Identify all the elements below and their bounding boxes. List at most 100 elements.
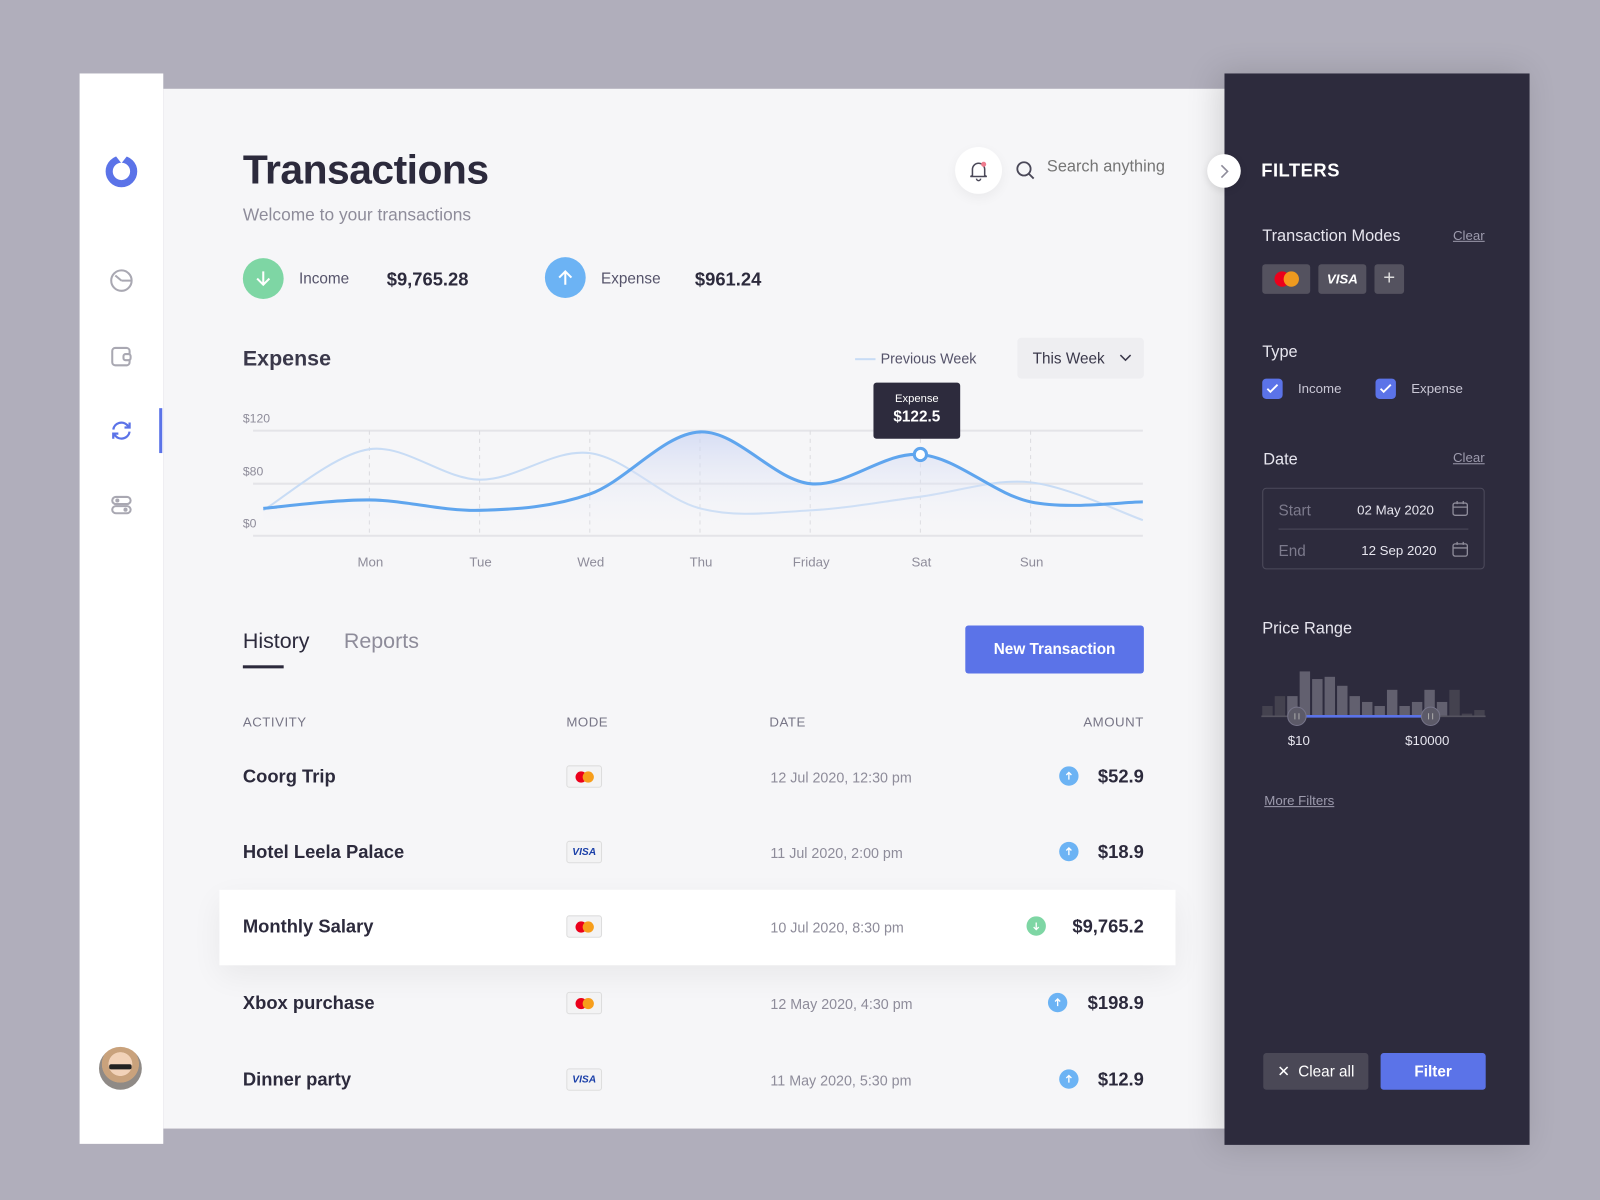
chart-tooltip: Expense $122.5 [873, 382, 961, 439]
mode-mastercard[interactable] [1262, 264, 1311, 294]
transaction-date: 12 May 2020, 4:30 pm [770, 995, 913, 1013]
activity-name: Hotel Leela Palace [242, 841, 405, 863]
price-range-label: Price Range [1262, 620, 1353, 638]
expense-chart: $120 $80 $0 Mon Tue Wed Thu Friday Sat Sun [243, 411, 1144, 569]
type-label: Type [1262, 343, 1298, 362]
logo-icon [105, 154, 138, 188]
x-tick-label: Friday [793, 554, 830, 569]
new-transaction-button[interactable]: New Transaction [965, 625, 1144, 674]
expense-checkbox[interactable] [1375, 378, 1396, 399]
price-histogram [1261, 671, 1486, 727]
transaction-date: 11 Jul 2020, 2:00 pm [770, 844, 903, 862]
price-max-value: $10000 [1405, 732, 1450, 748]
filter-button[interactable]: Filter [1380, 1053, 1486, 1090]
table-row[interactable]: Xbox purchase 12 May 2020, 4:30 pm $198.… [219, 966, 1175, 1042]
close-icon: ✕ [1277, 1063, 1291, 1081]
mode-visa[interactable]: VISA [1318, 264, 1367, 294]
x-tick-label: Sat [911, 554, 931, 569]
add-mode-button[interactable]: + [1374, 264, 1405, 294]
visa-card-icon: VISA [566, 840, 603, 864]
column-date: DATE [769, 714, 806, 730]
active-indicator [159, 408, 163, 454]
mastercard-card-icon [566, 765, 603, 788]
check-icon [1266, 384, 1279, 394]
clear-all-button[interactable]: ✕ Clear all [1263, 1053, 1369, 1090]
y-tick-label: $0 [243, 517, 257, 531]
x-tick-label: Mon [358, 554, 384, 569]
expense-checkbox-label: Expense [1411, 380, 1463, 396]
more-filters-link[interactable]: More Filters [1264, 793, 1334, 808]
tooltip-label: Expense [894, 392, 939, 406]
clear-all-label: Clear all [1298, 1062, 1355, 1081]
activity-name: Coorg Trip [242, 766, 336, 787]
transaction-amount: $198.9 [1087, 992, 1144, 1014]
transaction-modes-label: Transaction Modes [1262, 227, 1401, 245]
tab-history[interactable]: History [243, 630, 310, 654]
activity-name: Xbox purchase [242, 992, 375, 1014]
x-tick-label: Sun [1020, 554, 1044, 569]
histogram-bar [1399, 705, 1410, 717]
histogram-bar [1337, 685, 1348, 717]
price-min-value: $10 [1287, 732, 1310, 748]
histogram-bar [1449, 689, 1460, 717]
calendar-icon[interactable] [1452, 541, 1468, 557]
sidebar [79, 73, 164, 1144]
range-handle[interactable] [1420, 706, 1441, 727]
income-checkbox[interactable] [1262, 378, 1283, 399]
main-panel: Transactions Welcome to your transaction… [163, 88, 1225, 1129]
date-divider [1278, 528, 1469, 530]
date-label: Date [1263, 451, 1298, 469]
histogram-bar [1262, 705, 1273, 717]
visa-card-icon: VISA [566, 1068, 603, 1091]
arrow-up-icon [1047, 992, 1068, 1013]
histogram-bar [1362, 701, 1373, 717]
range-handle[interactable] [1287, 706, 1307, 727]
sidebar-item-dashboard[interactable] [108, 267, 135, 294]
transaction-amount: $18.9 [1097, 841, 1144, 863]
y-tick-label: $120 [243, 411, 270, 425]
table-row[interactable]: Hotel Leela Palace VISA 11 Jul 2020, 2:0… [219, 815, 1175, 891]
transaction-amount: $52.9 [1097, 766, 1144, 787]
table-row[interactable]: Monthly Salary 10 Jul 2020, 8:30 pm $9,7… [219, 889, 1176, 966]
column-mode: MODE [566, 714, 609, 730]
histogram-bar [1411, 701, 1423, 717]
mastercard-card-icon [566, 915, 603, 938]
sidebar-item-wallet[interactable] [108, 343, 135, 370]
sidebar-item-transactions[interactable] [108, 417, 135, 444]
calendar-icon[interactable] [1452, 500, 1468, 516]
start-label: Start [1278, 502, 1311, 520]
arrow-up-icon [1058, 841, 1079, 862]
check-icon [1379, 384, 1392, 394]
y-tick-label: $80 [243, 465, 264, 479]
histogram-bar [1274, 696, 1286, 717]
table-row[interactable]: Coorg Trip 12 Jul 2020, 12:30 pm $52.9 [219, 740, 1175, 816]
collapse-filters-button[interactable] [1207, 154, 1241, 188]
income-checkbox-label: Income [1297, 380, 1342, 396]
end-date-input[interactable]: 12 Sep 2020 [1361, 543, 1436, 558]
histogram-bar [1474, 710, 1485, 717]
arrow-up-icon [1058, 1069, 1079, 1089]
tab-active-underline [242, 665, 284, 669]
activity-name: Dinner party [242, 1069, 352, 1090]
tab-reports[interactable]: Reports [344, 630, 419, 654]
end-label: End [1278, 542, 1306, 561]
sidebar-item-settings[interactable] [108, 492, 135, 519]
highlight-point[interactable] [912, 446, 929, 463]
x-tick-label: Wed [577, 554, 604, 569]
histogram-bar [1374, 705, 1385, 717]
tooltip-value: $122.5 [893, 408, 941, 426]
histogram-bar [1349, 696, 1360, 717]
arrow-down-icon [1026, 916, 1046, 936]
transaction-date: 10 Jul 2020, 8:30 pm [770, 919, 904, 936]
avatar[interactable] [98, 1046, 142, 1090]
table-row[interactable]: Dinner party VISA 11 May 2020, 5:30 pm $… [219, 1043, 1175, 1119]
clear-date-link[interactable]: Clear [1453, 450, 1485, 465]
filters-panel: FILTERS Transaction Modes Clear VISA + T… [1207, 73, 1530, 1145]
column-activity: ACTIVITY [242, 714, 307, 730]
activity-name: Monthly Salary [242, 916, 374, 937]
start-date-input[interactable]: 02 May 2020 [1357, 502, 1434, 517]
clear-modes-link[interactable]: Clear [1453, 228, 1485, 243]
filters-title: FILTERS [1261, 160, 1340, 181]
date-range-box: Start 02 May 2020 End 12 Sep 2020 [1262, 487, 1485, 570]
transaction-amount: $12.9 [1097, 1069, 1144, 1090]
